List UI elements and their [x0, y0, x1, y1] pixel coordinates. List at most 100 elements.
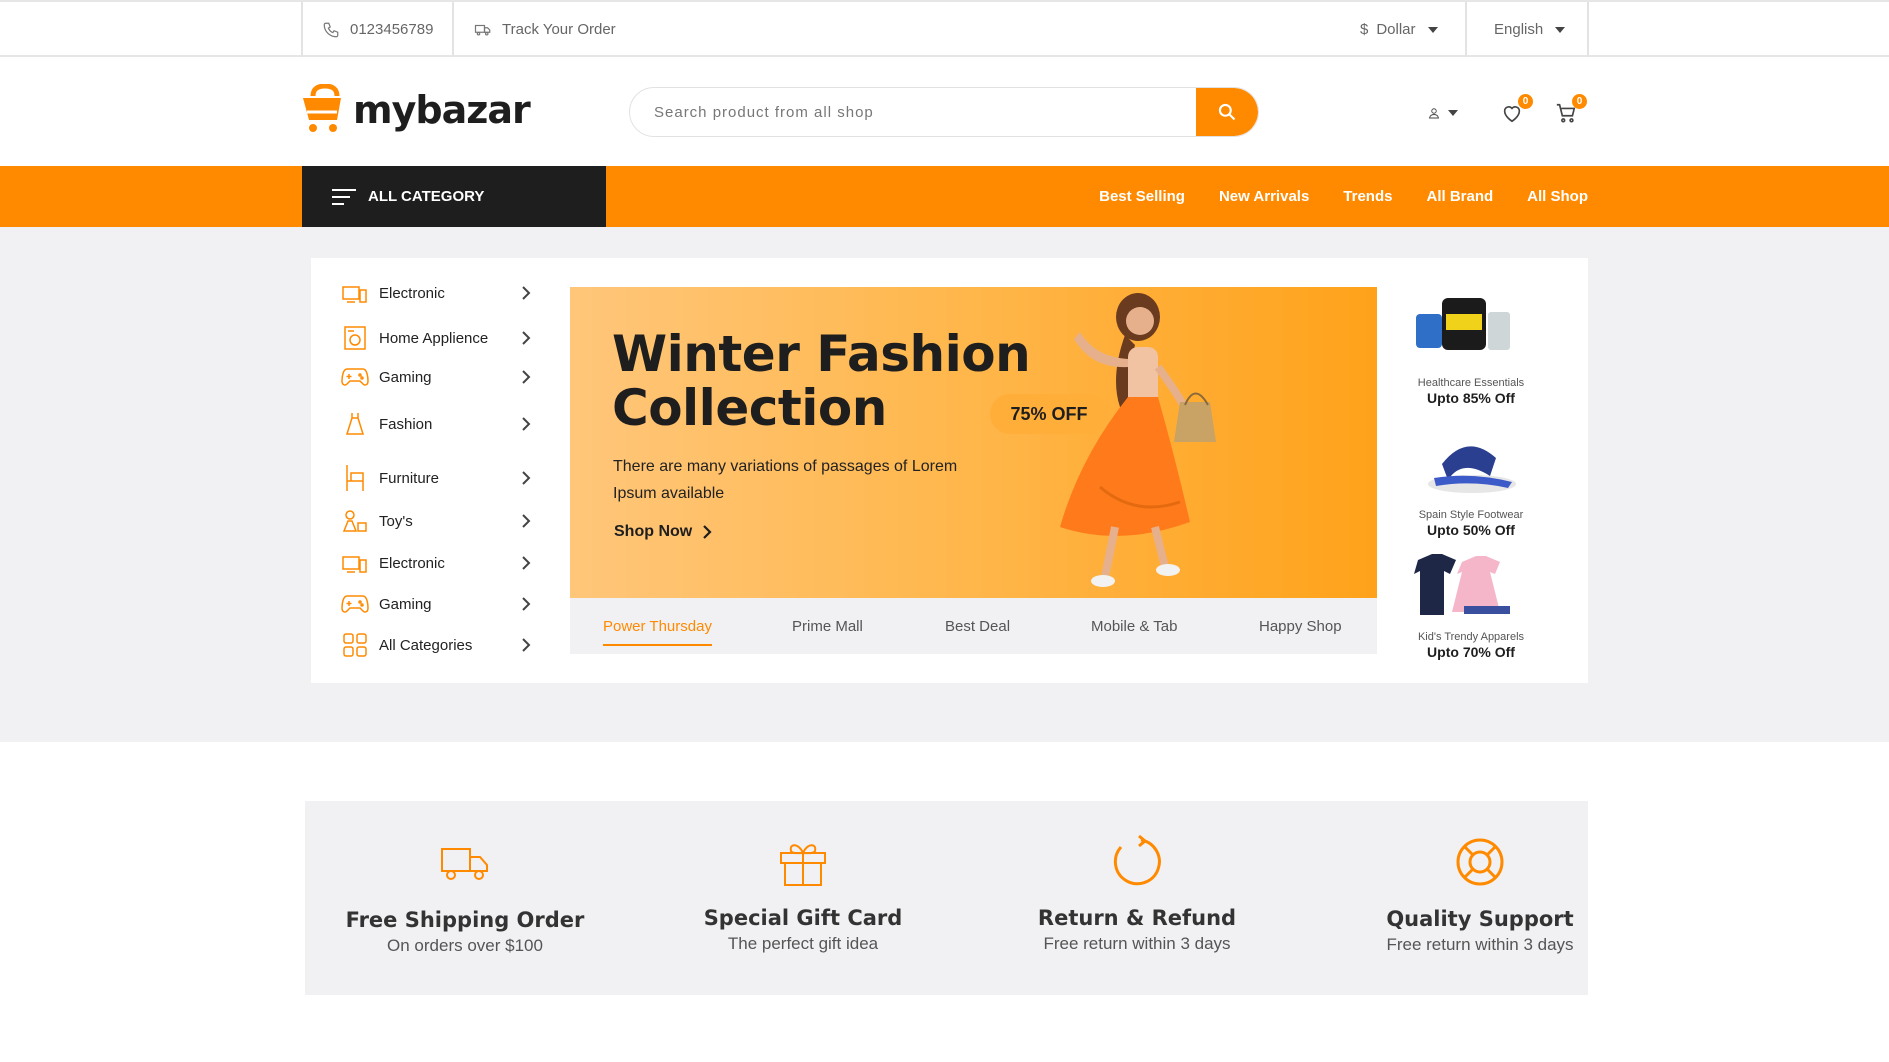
- currency-select[interactable]: $ Dollar: [1360, 2, 1438, 57]
- promo-title: Healthcare Essentials: [1417, 377, 1525, 389]
- chevron-right-icon: [522, 331, 531, 345]
- all-category-button[interactable]: ALL CATEGORY: [302, 166, 606, 227]
- currency-label: Dollar: [1376, 21, 1416, 38]
- chevron-right-icon: [703, 525, 712, 539]
- search-bar: [629, 87, 1259, 137]
- nav-links: Best Selling New Arrivals Trends All Bra…: [1099, 166, 1588, 227]
- tab-prime-mall[interactable]: Prime Mall: [792, 598, 863, 654]
- chevron-down-icon: [1448, 110, 1458, 116]
- account-menu[interactable]: [1428, 98, 1458, 128]
- category-item-gaming[interactable]: Gaming: [341, 362, 531, 392]
- search-button[interactable]: [1196, 88, 1258, 136]
- promo-discount: Upto 50% Off: [1427, 522, 1515, 538]
- feature-title: Return & Refund: [1037, 906, 1237, 930]
- all-category-label: ALL CATEGORY: [368, 188, 485, 205]
- divider: [1587, 2, 1589, 57]
- banner-title-line1: Winter Fashion: [612, 325, 1031, 383]
- search-icon: [1218, 103, 1236, 121]
- promo-title: Kid's Trendy Apparels: [1417, 631, 1525, 643]
- category-item-gaming[interactable]: Gaming: [341, 589, 531, 619]
- deal-tabs: Power Thursday Prime Mall Best Deal Mobi…: [570, 598, 1377, 654]
- grid-icon: [341, 632, 369, 658]
- category-item-electronic[interactable]: Electronic: [341, 548, 531, 578]
- feature-gift-card: Special Gift Card The perfect gift idea: [643, 835, 963, 954]
- chevron-right-icon: [522, 417, 531, 431]
- feature-subtitle: On orders over $100: [387, 936, 543, 955]
- hero-banner[interactable]: Winter Fashion Collection There are many…: [570, 287, 1377, 598]
- chevron-right-icon: [522, 638, 531, 652]
- wishlist-button[interactable]: 0: [1497, 94, 1533, 128]
- divider: [1465, 2, 1467, 57]
- user-icon: [1428, 108, 1440, 119]
- feature-subtitle: The perfect gift idea: [727, 934, 879, 953]
- category-label: Home Applience: [379, 329, 489, 347]
- track-order-link[interactable]: Track Your Order: [474, 2, 616, 57]
- tab-best-deal[interactable]: Best Deal: [945, 598, 1010, 654]
- chevron-right-icon: [522, 514, 531, 528]
- category-label: Electronic: [379, 284, 445, 302]
- feature-subtitle: Free return within 3 days: [1043, 934, 1231, 953]
- nav-link-all-shop[interactable]: All Shop: [1527, 188, 1588, 205]
- feature-title: Special Gift Card: [703, 906, 903, 930]
- search-input[interactable]: [654, 88, 1194, 136]
- dress-icon: [341, 411, 369, 437]
- cart-count-badge: 0: [1572, 94, 1587, 109]
- promo-card-kids[interactable]: Kid's Trendy Apparels Upto 70% Off: [1412, 550, 1530, 660]
- tv-icon: [341, 280, 369, 306]
- wishlist-count-badge: 0: [1518, 94, 1533, 109]
- category-item-all-categories[interactable]: All Categories: [341, 630, 531, 660]
- category-label: Furniture: [379, 469, 440, 487]
- nav-link-trends[interactable]: Trends: [1343, 188, 1392, 205]
- site-logo[interactable]: mybazar: [303, 84, 531, 136]
- banner-text: There are many variations of passages of…: [613, 458, 958, 502]
- nav-link-new-arrivals[interactable]: New Arrivals: [1219, 188, 1309, 205]
- category-item-home-appliance[interactable]: Home Applience: [341, 323, 531, 353]
- category-item-toys[interactable]: Toy's: [341, 506, 531, 536]
- truck-icon: [474, 24, 491, 36]
- banner-title: Winter Fashion Collection: [612, 327, 1032, 435]
- chevron-right-icon: [522, 286, 531, 300]
- tab-mobile-tab[interactable]: Mobile & Tab: [1091, 598, 1177, 654]
- shopping-bag-icon: [303, 84, 341, 132]
- truck-icon: [441, 848, 488, 880]
- feature-subtitle: Free return within 3 days: [1386, 935, 1574, 954]
- chevron-right-icon: [522, 370, 531, 384]
- chevron-right-icon: [522, 556, 531, 570]
- lifebuoy-icon: [1456, 838, 1504, 886]
- category-label: Toy's: [379, 512, 413, 530]
- language-select[interactable]: English: [1494, 2, 1566, 57]
- phone-contact[interactable]: 0123456789: [322, 2, 433, 57]
- cart-button[interactable]: 0: [1551, 94, 1587, 128]
- sandals-image: [1428, 446, 1516, 493]
- menu-icon: [332, 188, 356, 205]
- features-strip: Free Shipping Order On orders over $100 …: [305, 801, 1588, 995]
- tab-happy-shop[interactable]: Happy Shop: [1259, 598, 1342, 654]
- category-item-fashion[interactable]: Fashion: [341, 409, 531, 439]
- shop-now-label: Shop Now: [614, 523, 693, 540]
- washing-machine-icon: [341, 325, 369, 351]
- language-label: English: [1494, 21, 1544, 38]
- nav-link-all-brand[interactable]: All Brand: [1426, 188, 1493, 205]
- gift-icon: [780, 844, 826, 886]
- tv-icon: [341, 550, 369, 576]
- nav-link-best-selling[interactable]: Best Selling: [1099, 188, 1185, 205]
- shop-now-button[interactable]: Shop Now: [614, 523, 712, 541]
- category-item-furniture[interactable]: Furniture: [341, 463, 531, 493]
- chevron-right-icon: [522, 471, 531, 485]
- category-item-electronic[interactable]: Electronic: [341, 278, 531, 308]
- top-bar: 0123456789 Track Your Order $ Dollar Eng…: [0, 0, 1889, 57]
- chevron-down-icon: [1427, 26, 1438, 33]
- logo-text: mybazar: [353, 88, 531, 132]
- promo-discount: Upto 70% Off: [1427, 644, 1515, 660]
- toy-icon: [341, 508, 369, 534]
- category-label: Gaming: [379, 595, 432, 613]
- kids-apparel-image: [1414, 554, 1510, 615]
- promo-title: Spain Style Footwear: [1418, 509, 1524, 521]
- feature-title: Free Shipping Order: [345, 908, 585, 932]
- divider: [301, 2, 303, 57]
- feature-title: Quality Support: [1386, 907, 1574, 931]
- promo-card-healthcare[interactable]: Healthcare Essentials Upto 85% Off: [1412, 296, 1530, 406]
- chevron-right-icon: [522, 597, 531, 611]
- tab-power-thursday[interactable]: Power Thursday: [603, 598, 712, 654]
- promo-card-footwear[interactable]: Spain Style Footwear Upto 50% Off: [1412, 428, 1530, 538]
